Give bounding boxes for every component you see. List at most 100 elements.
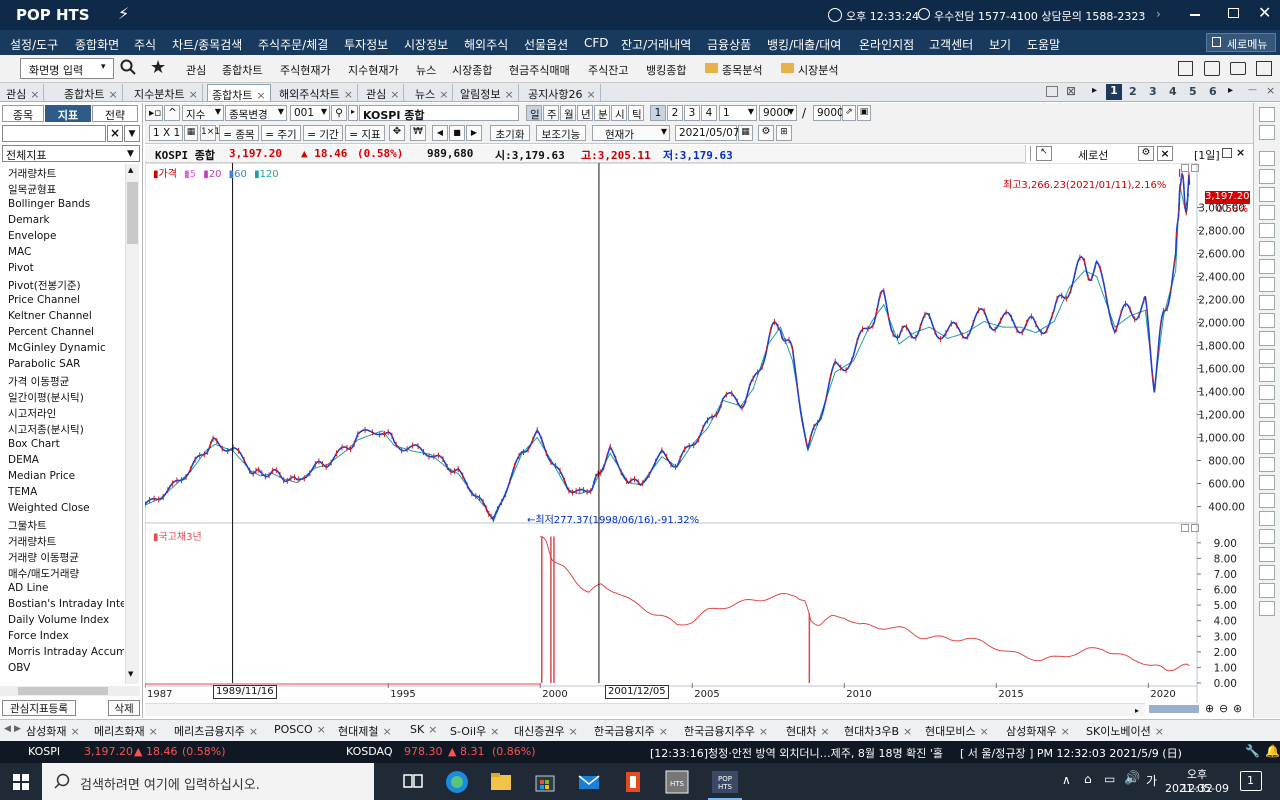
eq-stock-button[interactable]: = 종목	[219, 125, 259, 141]
tab-alerts[interactable]: 알림정보 ×	[456, 84, 519, 101]
toolbar-link-chart[interactable]: 종합차트	[222, 62, 262, 78]
pane-min-icon[interactable]	[1181, 524, 1189, 532]
restore-icon[interactable]	[1228, 8, 1239, 18]
layout-toggle-icon[interactable]: ▸▫	[145, 105, 163, 121]
lightning-icon[interactable]: ⚡	[118, 4, 136, 24]
count-field-2[interactable]: 9000	[813, 105, 844, 121]
close-icon[interactable]: ×	[569, 725, 578, 738]
close-icon[interactable]: ×	[108, 88, 117, 101]
left-tab-indicator[interactable]: 지표	[45, 105, 91, 122]
indicator-item[interactable]: Force Index	[8, 630, 69, 642]
stock-chip-2[interactable]: 메리츠금융지주 ×	[174, 723, 258, 739]
tool-ellipse-icon[interactable]	[1259, 385, 1275, 400]
period-month[interactable]: 월	[560, 105, 576, 121]
indicator-item[interactable]: AD Line	[8, 582, 49, 594]
network2-icon[interactable]: ▭	[1104, 772, 1115, 786]
calendar-icon[interactable]: ▦	[738, 125, 753, 141]
aux-function-button[interactable]: 보조기능	[536, 125, 586, 141]
wrench-icon[interactable]: 🔧	[1245, 744, 1260, 758]
close-icon[interactable]: ×	[344, 88, 353, 101]
indicator-item[interactable]: 시고저종(분시틱)	[8, 422, 84, 437]
indicator-item[interactable]: Parabolic SAR	[8, 358, 80, 370]
chevron-right-icon[interactable]: ›	[1156, 7, 1161, 21]
indicator-item[interactable]: 매수/매도거래량	[8, 566, 79, 581]
menu-overview[interactable]: 종합화면	[75, 36, 119, 53]
indicator-item[interactable]: Box Chart	[8, 438, 60, 450]
single-chart-icon[interactable]: 1×1	[200, 125, 220, 141]
stock-chip-1[interactable]: 메리츠화재 ×	[94, 723, 158, 739]
scroll-up-icon[interactable]: ▲	[128, 166, 133, 174]
pane-max-icon[interactable]	[1191, 164, 1199, 172]
close-icon[interactable]: ×	[490, 725, 499, 738]
h-scroll-thumb[interactable]	[18, 687, 108, 695]
tab-page-next-icon[interactable]: ▸	[1228, 85, 1233, 96]
search-icon[interactable]: ⚲	[331, 105, 347, 121]
menu-balance[interactable]: 잔고/거래내역	[621, 36, 691, 53]
zoom-reset-icon[interactable]: ⊛	[1233, 702, 1242, 715]
toolbar-link-market[interactable]: 시장종합	[452, 62, 492, 78]
close-icon[interactable]: ×	[428, 723, 437, 736]
stock-prev-icon[interactable]: ▸	[348, 105, 358, 121]
menu-invest-info[interactable]: 투자정보	[344, 36, 388, 53]
close-all-tabs-icon[interactable]: ⊠	[1066, 84, 1076, 98]
num-3[interactable]: 3	[684, 105, 700, 121]
task-view-icon[interactable]	[400, 769, 426, 795]
tool-vline-icon[interactable]	[1259, 223, 1275, 238]
date-input[interactable]: 2021/05/07	[675, 125, 740, 141]
stocks-prev-icon[interactable]: ◀	[4, 724, 11, 734]
news-ticker[interactable]: [12:33:16]청정·안전 방역 외치더니…제주, 8월 18명 확진 '홀	[650, 745, 950, 761]
pane-min-icon[interactable]	[1181, 164, 1189, 172]
delete-button[interactable]: 삭제	[108, 700, 140, 716]
close-icon[interactable]: ×	[820, 725, 829, 738]
indicator-scrollbar[interactable]: ▲ ▼	[125, 164, 139, 684]
layout-icon[interactable]	[1256, 61, 1272, 76]
stock-chip-0[interactable]: 삼성화재 ×	[26, 723, 80, 739]
tab-page-6[interactable]: 6	[1209, 85, 1217, 98]
search-icon[interactable]	[120, 59, 136, 75]
close-icon[interactable]: ×	[659, 725, 668, 738]
close-icon[interactable]: ×	[1061, 725, 1070, 738]
indicator-item[interactable]: OBV	[8, 662, 30, 674]
tool-trendline-icon[interactable]	[1259, 169, 1275, 184]
menu-help[interactable]: 도움말	[1027, 36, 1060, 53]
stock-chip-8[interactable]: 한국금융지주 ×	[594, 723, 668, 739]
close-icon[interactable]: ×	[317, 723, 326, 736]
menu-stocks[interactable]: 주식	[134, 36, 156, 53]
menu-overseas[interactable]: 해외주식	[464, 36, 508, 53]
num-2[interactable]: 2	[667, 105, 683, 121]
close-icon[interactable]: ×	[249, 725, 258, 738]
close-icon[interactable]: ×	[390, 88, 399, 101]
num-4[interactable]: 4	[701, 105, 717, 121]
tool-hline-icon[interactable]	[1259, 205, 1275, 220]
left-tab-strategy[interactable]: 전략	[92, 105, 138, 122]
indicator-item[interactable]: TEMA	[8, 486, 37, 498]
chevron-left-icon[interactable]: ‹	[1140, 7, 1145, 21]
move-icon[interactable]: ✥	[389, 125, 405, 141]
scroll-thumb[interactable]	[127, 182, 138, 244]
clear-icon[interactable]: ×	[107, 125, 123, 142]
tab-page-2[interactable]: 2	[1129, 85, 1137, 98]
close-icon[interactable]: ×	[1236, 146, 1245, 159]
screen-name-input[interactable]: 화면명 입력 ▾	[20, 58, 114, 79]
close-icon[interactable]: ×	[1157, 146, 1173, 161]
tool-redo-icon[interactable]	[1259, 493, 1275, 508]
bell-icon[interactable]: 🔔	[1265, 744, 1280, 758]
toolbar-link-news[interactable]: 뉴스	[416, 62, 436, 78]
stock-chip-7[interactable]: 대신증권우 ×	[514, 723, 578, 739]
ratio-button[interactable]: 1 X 1	[149, 125, 183, 141]
tab-page-1[interactable]: 1	[1106, 84, 1122, 100]
grid-icon[interactable]: ▦	[184, 125, 198, 141]
tab-index-minute-chart[interactable]: 지수분차트 ×	[130, 84, 203, 101]
stock-chip-3[interactable]: POSCO ×	[274, 723, 326, 736]
print-icon[interactable]	[1230, 62, 1246, 75]
tab-interest-1[interactable]: 관심 ×	[2, 84, 45, 101]
indicator-item[interactable]: 거래량 이동평균	[8, 550, 79, 565]
zoom-out-icon[interactable]: ⊖	[1219, 702, 1228, 715]
stock-chip-5[interactable]: SK ×	[410, 723, 437, 736]
register-indicator-button[interactable]: 관심지표등록	[2, 700, 76, 716]
tool-magnet-icon[interactable]	[1259, 511, 1275, 526]
close-icon[interactable]: ×	[439, 88, 448, 101]
menu-chart-search[interactable]: 차트/종목검색	[172, 36, 242, 53]
mail-icon[interactable]	[576, 769, 602, 795]
indicator-item[interactable]: Keltner Channel	[8, 310, 92, 322]
